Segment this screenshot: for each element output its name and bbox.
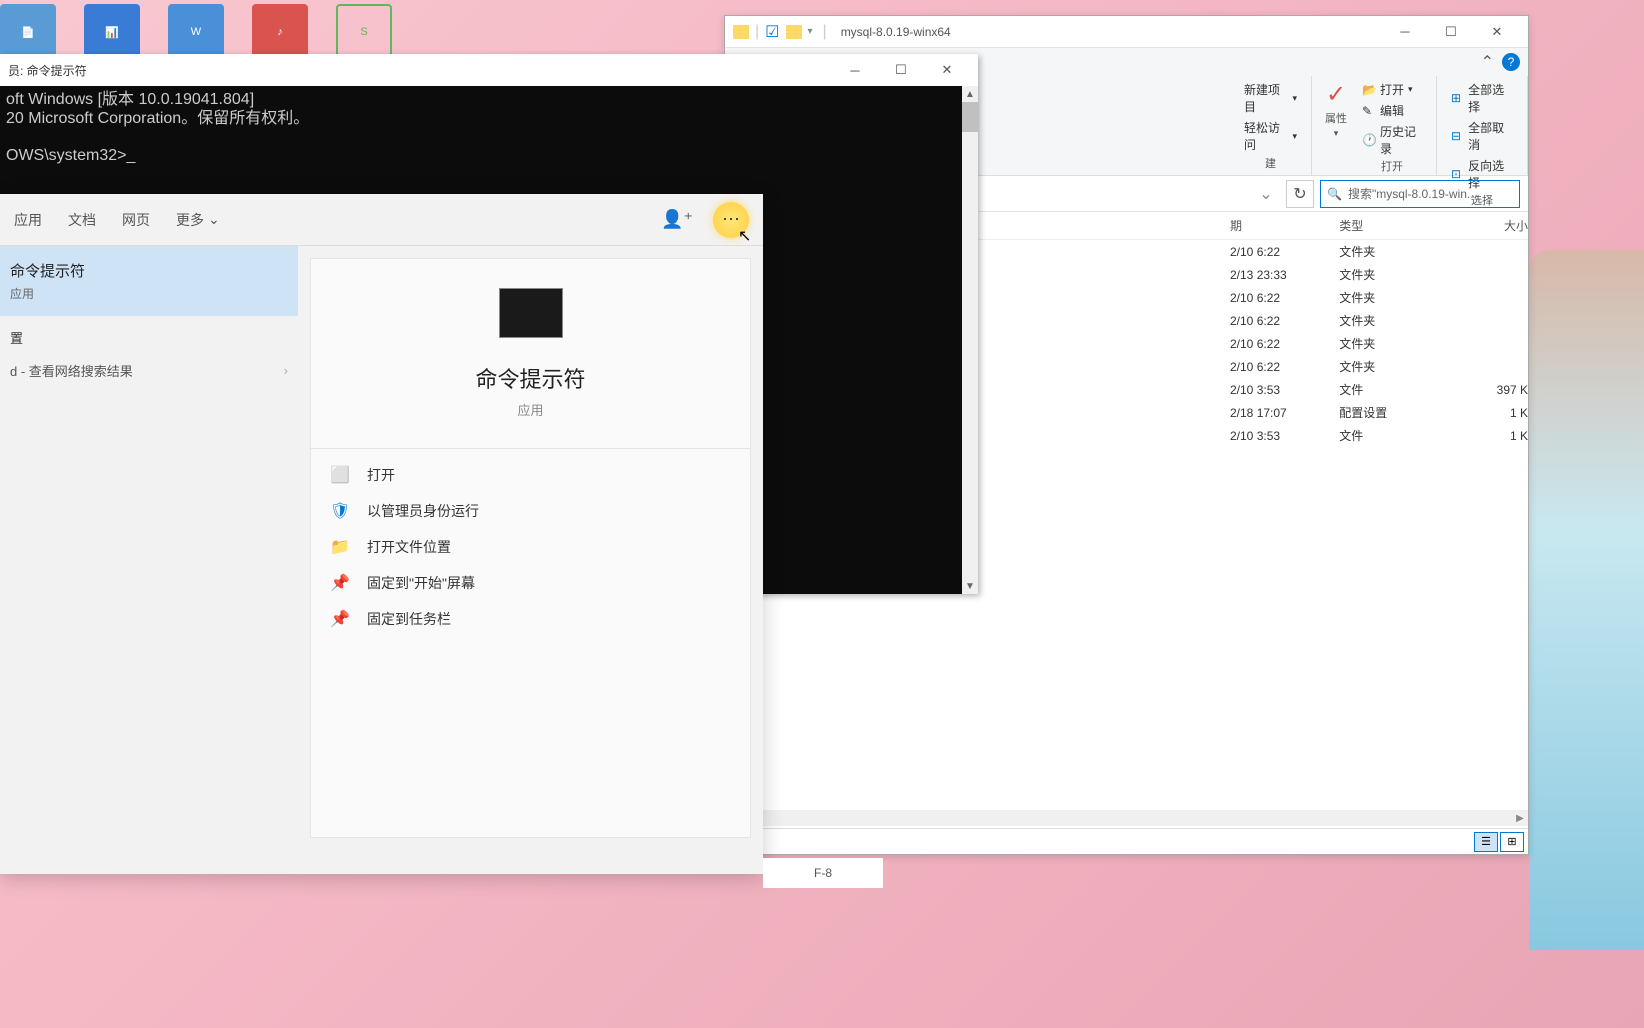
search-detail-panel: 命令提示符 应用 ⬜打开 🛡以管理员身份运行 📁打开文件位置 📌固定到"开始"屏… <box>310 258 751 838</box>
ribbon-open[interactable]: 📂打开▾ <box>1358 80 1417 99</box>
scroll-right-icon[interactable]: ▶ <box>1512 810 1528 826</box>
search-results-list: 命令提示符 应用 置 d - 查看网络搜索结果 › <box>0 246 298 874</box>
start-search-popup: 应用 文档 网页 更多⌄ 👤⁺ ⋯ 命令提示符 应用 置 d - 查看网络搜索结… <box>0 194 763 874</box>
column-date[interactable]: 期 <box>1230 217 1339 234</box>
detail-title: 命令提示符 <box>475 362 585 394</box>
close-button[interactable]: ✕ <box>924 55 970 85</box>
tab-web[interactable]: 网页 <box>122 196 150 244</box>
table-row[interactable]: 2/13 23:33文件夹 <box>1230 263 1528 286</box>
folder-icon <box>733 25 749 39</box>
status-fragment: F-8 <box>763 858 883 888</box>
help-icon[interactable]: ? <box>1502 53 1520 71</box>
horizontal-scrollbar[interactable]: ▶ <box>725 810 1528 826</box>
select-all-icon: ⊞ <box>1451 91 1464 105</box>
action-open-location[interactable]: 📁打开文件位置 <box>331 537 730 557</box>
detail-subtitle: 应用 <box>517 400 543 419</box>
tab-apps[interactable]: 应用 <box>14 196 42 244</box>
ribbon-edit[interactable]: ✎编辑 <box>1358 101 1408 120</box>
maximize-button[interactable]: ☐ <box>1428 17 1474 47</box>
maximize-button[interactable]: ☐ <box>878 55 924 85</box>
ribbon-group-select: ⊞全部选择 ⊟全部取消 ⊡反向选择 选择 <box>1437 76 1528 175</box>
chevron-down-icon: ⌄ <box>208 211 220 228</box>
cmd-scrollbar[interactable]: ▲ ▼ <box>962 86 978 594</box>
column-size[interactable]: 大小 <box>1463 217 1528 234</box>
ribbon-group-label: 打开 <box>1381 158 1403 174</box>
table-row[interactable]: 2/10 3:53文件1 K <box>1230 424 1528 447</box>
action-open[interactable]: ⬜打开 <box>331 465 730 485</box>
pin-icon: 📌 <box>331 610 349 628</box>
refresh-button[interactable]: ↻ <box>1286 180 1314 208</box>
close-button[interactable]: ✕ <box>1474 17 1520 47</box>
shield-icon: 🛡 <box>331 502 349 520</box>
desktop-icon-spreadsheet[interactable]: S <box>336 4 392 60</box>
ribbon-select-none[interactable]: ⊟全部取消 <box>1447 118 1517 154</box>
wallpaper-figure <box>1529 250 1644 950</box>
ribbon-group-label: 建 <box>1265 155 1276 171</box>
best-match-item[interactable]: 命令提示符 应用 <box>0 246 298 316</box>
ribbon-group-open: ✓ 属性 ▾ 📂打开▾ ✎编辑 🕐历史记录 打开 <box>1312 76 1437 175</box>
checkbox-icon[interactable]: ☑ <box>765 22 779 42</box>
divider: | <box>755 23 759 41</box>
window-title: mysql-8.0.19-winx64 <box>841 25 951 39</box>
checkmark-icon: ✓ <box>1322 80 1350 108</box>
table-row[interactable]: 2/18 17:07配置设置1 K <box>1230 401 1528 424</box>
cmd-titlebar: 员: 命令提示符 ─ ☐ ✕ <box>0 54 978 86</box>
folder-icon-2 <box>786 25 802 39</box>
table-row[interactable]: 2/10 6:22文件夹 <box>1230 286 1528 309</box>
column-type[interactable]: 类型 <box>1339 217 1463 234</box>
desktop-icon-doc[interactable]: 📄 <box>0 4 56 60</box>
search-tabs: 应用 文档 网页 更多⌄ 👤⁺ ⋯ <box>0 194 763 246</box>
minimize-button[interactable]: ─ <box>832 55 878 85</box>
folder-icon: 📁 <box>331 538 349 556</box>
app-thumbnail-icon <box>499 288 563 338</box>
table-row[interactable]: 2/10 6:22文件夹 <box>1230 240 1528 263</box>
desktop-icon-wps[interactable]: W <box>168 4 224 60</box>
view-details-button[interactable]: ☰ <box>1474 832 1498 852</box>
action-pin-start[interactable]: 📌固定到"开始"屏幕 <box>331 573 730 593</box>
nav-dropdown[interactable]: ⌄ <box>1252 180 1280 208</box>
action-pin-taskbar[interactable]: 📌固定到任务栏 <box>331 609 730 629</box>
table-row[interactable]: 2/10 6:22文件夹 <box>1230 309 1528 332</box>
desktop-icon-music[interactable]: ♪ <box>252 4 308 60</box>
table-row[interactable]: 2/10 6:22文件夹 <box>1230 355 1528 378</box>
web-search-item[interactable]: d - 查看网络搜索结果 › <box>0 351 298 390</box>
history-icon: 🕐 <box>1362 133 1376 147</box>
detail-actions: ⬜打开 🛡以管理员身份运行 📁打开文件位置 📌固定到"开始"屏幕 📌固定到任务栏 <box>311 449 750 645</box>
ribbon-group-new: 新建项目▾ 轻松访问▾ 建 <box>1230 76 1312 175</box>
cmd-output[interactable]: oft Windows [版本 10.0.19041.804] 20 Micro… <box>0 86 978 169</box>
ribbon-history[interactable]: 🕐历史记录 <box>1358 122 1426 158</box>
select-none-icon: ⊟ <box>1451 129 1464 143</box>
divider: | <box>823 23 827 41</box>
chevron-up-icon[interactable]: ⌃ <box>1481 52 1494 72</box>
open-icon: ⬜ <box>331 466 349 484</box>
scroll-up-icon[interactable]: ▲ <box>962 86 978 102</box>
tab-more[interactable]: 更多⌄ <box>176 196 220 244</box>
table-row[interactable]: 2/10 6:22文件夹 <box>1230 332 1528 355</box>
table-row[interactable]: 2/10 3:53文件397 K <box>1230 378 1528 401</box>
desktop-icon-app1[interactable]: 📊 <box>84 4 140 60</box>
tab-docs[interactable]: 文档 <box>68 196 96 244</box>
scroll-thumb[interactable] <box>962 102 978 132</box>
ribbon-easy-access[interactable]: 轻松访问▾ <box>1240 118 1301 154</box>
ribbon-select-all[interactable]: ⊞全部选择 <box>1447 80 1517 116</box>
ribbon-new-item[interactable]: 新建项目▾ <box>1240 80 1301 116</box>
pin-icon: 📌 <box>331 574 349 592</box>
explorer-statusbar: ☰ ⊞ <box>725 828 1528 854</box>
chevron-right-icon: › <box>284 363 288 378</box>
scroll-down-icon[interactable]: ▼ <box>962 578 978 594</box>
detail-header: 命令提示符 应用 <box>311 259 750 449</box>
edit-icon: ✎ <box>1362 104 1376 118</box>
search-icon: 🔍 <box>1327 187 1342 201</box>
ribbon-properties[interactable]: ✓ 属性 ▾ <box>1322 80 1350 139</box>
feedback-icon[interactable]: 👤⁺ <box>661 209 693 230</box>
dropdown-icon[interactable]: ▾ <box>808 26 813 37</box>
section-label: 置 <box>0 316 298 351</box>
search-input[interactable]: 🔍 搜索"mysql-8.0.19-win... <box>1320 180 1520 208</box>
explorer-titlebar: | ☑ ▾ | mysql-8.0.19-winx64 ─ ☐ ✕ <box>725 16 1528 48</box>
view-thumbs-button[interactable]: ⊞ <box>1500 832 1524 852</box>
more-options-button[interactable]: ⋯ <box>713 202 749 238</box>
action-run-admin[interactable]: 🛡以管理员身份运行 <box>331 501 730 521</box>
open-icon: 📂 <box>1362 83 1376 97</box>
minimize-button[interactable]: ─ <box>1382 17 1428 47</box>
